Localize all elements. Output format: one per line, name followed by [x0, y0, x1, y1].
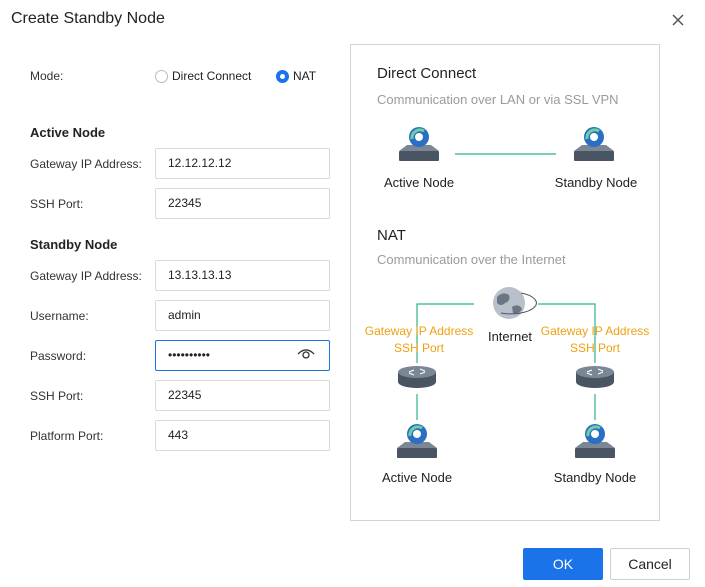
direct-active-node-label: Active Node [383, 175, 455, 190]
nat-active-node-label: Active Node [381, 470, 453, 485]
ok-button[interactable]: OK [523, 548, 603, 580]
mode-option-direct-label: Direct Connect [172, 69, 252, 83]
password-label: Password: [30, 349, 87, 363]
nat-left-gateway-label: Gateway IP Address [364, 324, 474, 338]
direct-standby-node-icon [572, 125, 616, 163]
nat-left-router-icon [397, 365, 437, 389]
radio-checked-icon [276, 69, 289, 83]
nat-right-ssh-label: SSH Port [569, 341, 620, 355]
standby-ssh-input[interactable]: 22345 [155, 380, 330, 411]
active-ssh-input[interactable]: 22345 [155, 188, 330, 219]
active-gateway-input[interactable]: 12.12.12.12 [155, 148, 330, 179]
topology-diagram-panel: Direct Connect Communication over LAN or… [350, 44, 660, 521]
nat-title: NAT [377, 227, 406, 244]
nat-left-ssh-label: SSH Port [393, 341, 444, 355]
standby-gateway-label: Gateway IP Address: [30, 269, 142, 283]
mode-radio-direct-connect[interactable]: Direct Connect [155, 69, 251, 83]
eye-icon[interactable] [297, 347, 315, 361]
direct-active-node-icon [397, 125, 441, 163]
platform-port-label: Platform Port: [30, 429, 104, 443]
nat-subtitle: Communication over the Internet [377, 252, 566, 267]
standby-gateway-input[interactable]: 13.13.13.13 [155, 260, 330, 291]
platform-port-input[interactable]: 443 [155, 420, 330, 451]
nat-standby-node-label: Standby Node [553, 470, 637, 485]
standby-ssh-label: SSH Port: [30, 389, 84, 403]
mode-label: Mode: [30, 69, 64, 83]
dialog-title: Create Standby Node [11, 10, 165, 27]
internet-label: Internet [487, 329, 533, 344]
close-icon[interactable] [668, 10, 688, 30]
username-input[interactable]: admin [155, 300, 330, 331]
nat-right-gateway-label: Gateway IP Address [540, 324, 650, 338]
active-ssh-label: SSH Port: [30, 197, 84, 211]
nat-standby-node-icon [573, 422, 617, 460]
mode-radio-nat[interactable]: NAT [276, 69, 316, 83]
active-node-heading: Active Node [30, 125, 106, 140]
nat-right-router-icon [575, 365, 615, 389]
mode-option-nat-label: NAT [293, 69, 317, 83]
cancel-button[interactable]: Cancel [610, 548, 690, 580]
topology-graphic [395, 125, 617, 460]
direct-standby-node-label: Standby Node [554, 175, 638, 190]
nat-active-node-icon [395, 422, 439, 460]
standby-node-heading: Standby Node [30, 237, 118, 252]
username-label: Username: [30, 309, 89, 323]
active-gateway-label: Gateway IP Address: [30, 157, 142, 171]
radio-unchecked-icon [155, 69, 168, 83]
internet-globe-icon [493, 287, 537, 319]
